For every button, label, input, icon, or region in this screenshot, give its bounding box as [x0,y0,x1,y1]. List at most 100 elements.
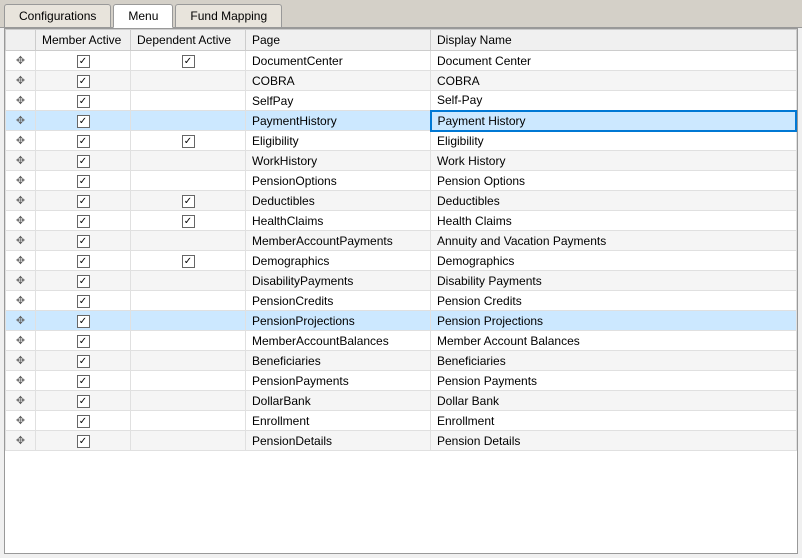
drag-handle[interactable]: ✥ [6,211,36,231]
member-active-cell [36,391,131,411]
member-active-cell [36,71,131,91]
member-active-checkbox[interactable] [77,175,90,188]
table-row: ✥PensionOptionsPension Options [6,171,797,191]
drag-handle[interactable]: ✥ [6,71,36,91]
display-name-cell: Document Center [431,51,797,71]
drag-handle[interactable]: ✥ [6,391,36,411]
member-active-checkbox[interactable] [77,335,90,348]
dependent-active-checkbox[interactable] [182,215,195,228]
member-active-cell [36,171,131,191]
member-active-checkbox[interactable] [77,275,90,288]
dependent-active-checkbox[interactable] [182,135,195,148]
dependent-active-cell [131,311,246,331]
page-cell: SelfPay [246,91,431,111]
member-active-checkbox[interactable] [77,375,90,388]
member-active-checkbox[interactable] [77,95,90,108]
display-name-cell: Pension Details [431,431,797,451]
dependent-active-checkbox[interactable] [182,195,195,208]
table-row: ✥PensionPaymentsPension Payments [6,371,797,391]
member-active-checkbox[interactable] [77,115,90,128]
tab-configurations[interactable]: Configurations [4,4,111,27]
dependent-active-checkbox[interactable] [182,255,195,268]
display-name-cell: Eligibility [431,131,797,151]
drag-handle[interactable]: ✥ [6,91,36,111]
display-name-cell: Enrollment [431,411,797,431]
member-active-checkbox[interactable] [77,195,90,208]
drag-handle[interactable]: ✥ [6,331,36,351]
display-name-cell: COBRA [431,71,797,91]
drag-handle[interactable]: ✥ [6,191,36,211]
page-cell: Eligibility [246,131,431,151]
dependent-active-cell [131,131,246,151]
table-row: ✥DisabilityPaymentsDisability Payments [6,271,797,291]
drag-handle[interactable]: ✥ [6,371,36,391]
member-active-checkbox[interactable] [77,435,90,448]
member-active-cell [36,91,131,111]
member-active-checkbox[interactable] [77,215,90,228]
member-active-cell [36,251,131,271]
drag-handle[interactable]: ✥ [6,231,36,251]
dependent-active-cell [131,91,246,111]
page-cell: HealthClaims [246,211,431,231]
member-active-cell [36,211,131,231]
table-container[interactable]: Member Active Dependent Active Page Disp… [5,29,797,553]
table-row: ✥WorkHistoryWork History [6,151,797,171]
member-active-checkbox[interactable] [77,315,90,328]
page-cell: DocumentCenter [246,51,431,71]
display-name-cell: Annuity and Vacation Payments [431,231,797,251]
drag-handle[interactable]: ✥ [6,251,36,271]
member-active-checkbox[interactable] [77,295,90,308]
member-active-cell [36,291,131,311]
page-cell: Enrollment [246,411,431,431]
drag-handle[interactable]: ✥ [6,131,36,151]
page-cell: DisabilityPayments [246,271,431,291]
dependent-active-cell [131,231,246,251]
drag-handle[interactable]: ✥ [6,431,36,451]
member-active-checkbox[interactable] [77,355,90,368]
tab-fund-mapping[interactable]: Fund Mapping [175,4,282,27]
page-cell: PensionDetails [246,431,431,451]
member-active-checkbox[interactable] [77,155,90,168]
tabs-bar: ConfigurationsMenuFund Mapping [0,0,802,28]
main-content: Member Active Dependent Active Page Disp… [4,28,798,554]
page-cell: COBRA [246,71,431,91]
member-active-cell [36,411,131,431]
drag-handle[interactable]: ✥ [6,291,36,311]
member-active-cell [36,311,131,331]
dependent-active-cell [131,371,246,391]
page-cell: Demographics [246,251,431,271]
page-cell: PaymentHistory [246,111,431,131]
member-active-checkbox[interactable] [77,55,90,68]
page-cell: Deductibles [246,191,431,211]
display-name-cell: Self-Pay [431,91,797,111]
member-active-checkbox[interactable] [77,135,90,148]
member-active-checkbox[interactable] [77,235,90,248]
tab-menu[interactable]: Menu [113,4,173,28]
member-active-cell [36,111,131,131]
dependent-active-checkbox[interactable] [182,55,195,68]
table-row: ✥MemberAccountBalancesMember Account Bal… [6,331,797,351]
drag-handle[interactable]: ✥ [6,411,36,431]
dependent-active-cell [131,291,246,311]
page-cell: PensionProjections [246,311,431,331]
member-active-checkbox[interactable] [77,75,90,88]
page-cell: DollarBank [246,391,431,411]
drag-handle[interactable]: ✥ [6,271,36,291]
dependent-active-cell [131,411,246,431]
col-dependent-active: Dependent Active [131,30,246,51]
table-header-row: Member Active Dependent Active Page Disp… [6,30,797,51]
member-active-checkbox[interactable] [77,255,90,268]
drag-handle[interactable]: ✥ [6,51,36,71]
menu-table: Member Active Dependent Active Page Disp… [5,29,797,451]
drag-handle[interactable]: ✥ [6,151,36,171]
col-display-name: Display Name [431,30,797,51]
drag-handle[interactable]: ✥ [6,171,36,191]
member-active-checkbox[interactable] [77,395,90,408]
drag-handle[interactable]: ✥ [6,351,36,371]
dependent-active-cell [131,71,246,91]
member-active-checkbox[interactable] [77,415,90,428]
drag-handle[interactable]: ✥ [6,311,36,331]
drag-handle[interactable]: ✥ [6,111,36,131]
display-name-cell: Beneficiaries [431,351,797,371]
display-name-cell: Deductibles [431,191,797,211]
